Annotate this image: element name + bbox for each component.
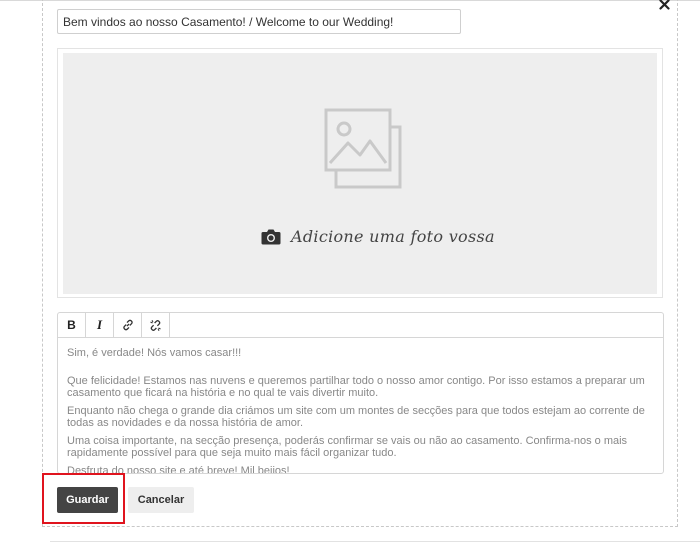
italic-button[interactable]: I [86, 313, 114, 337]
editor-content[interactable]: Sim, é verdade! Nós vamos casar!!! Que f… [58, 338, 663, 474]
link-icon [122, 319, 133, 331]
editor-paragraph: Sim, é verdade! Nós vamos casar!!! [67, 347, 242, 359]
photo-upload-box: Adicione uma foto vossa [57, 48, 663, 298]
editor-paragraph: Desfruta do nosso site e até breve! Mil … [67, 465, 290, 474]
editor-paragraph: Uma coisa importante, na secção presença… [67, 435, 628, 459]
editor-paragraph: Que felicidade! Estamos nas nuvens e que… [67, 375, 645, 399]
link-button[interactable] [114, 313, 142, 337]
close-icon [658, 0, 670, 10]
bottom-divider [50, 541, 700, 542]
add-photo-cta[interactable]: Adicione uma foto vossa [261, 227, 495, 246]
editor-paragraph: Enquanto não chega o grande dia criámos … [67, 405, 645, 429]
unlink-button[interactable] [142, 313, 170, 337]
add-photo-label: Adicione uma foto vossa [291, 227, 495, 246]
photo-upload-area[interactable]: Adicione uma foto vossa [63, 53, 657, 294]
bold-button[interactable]: B [58, 313, 86, 337]
close-button[interactable] [656, 0, 672, 12]
rich-text-editor: B I Sim, é verdade! Nós vamos casar!!! Q… [57, 312, 664, 474]
unlink-icon [150, 319, 161, 331]
image-placeholder-icon [324, 108, 402, 189]
title-input[interactable] [57, 9, 461, 34]
editor-toolbar: B I [58, 313, 663, 338]
camera-icon [261, 229, 281, 245]
save-button[interactable]: Guardar [57, 487, 118, 513]
cancel-button[interactable]: Cancelar [128, 487, 194, 513]
